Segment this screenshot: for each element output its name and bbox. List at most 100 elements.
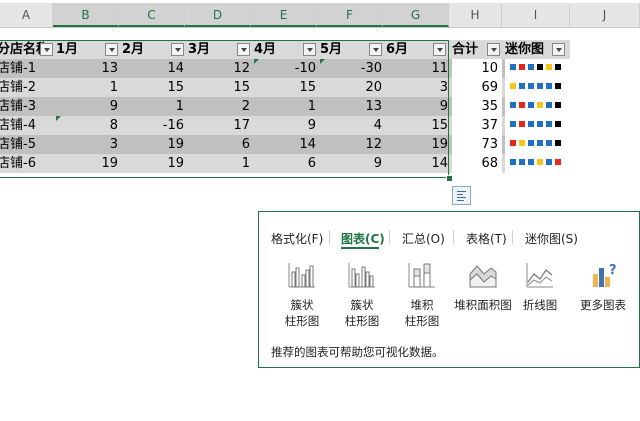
tab-divider: [329, 230, 330, 244]
svg-text:?: ?: [609, 263, 617, 278]
total-cell[interactable]: 35: [452, 97, 502, 116]
sparkline-bar: [519, 121, 525, 127]
tab-label: 表格(T): [466, 232, 507, 246]
column-header-e[interactable]: E: [251, 3, 317, 27]
tab-divider: [512, 230, 513, 244]
sparkline-cell[interactable]: [505, 135, 570, 154]
column-header-i[interactable]: I: [502, 3, 570, 27]
sparkline-bar: [546, 102, 552, 108]
tab-totals[interactable]: 汇总(O): [402, 230, 445, 247]
clustered-column-chart-icon: [348, 263, 375, 288]
header-label: 合计: [452, 42, 479, 57]
total-cell[interactable]: 10: [452, 59, 502, 78]
tab-sparklines[interactable]: 迷你图(S): [525, 230, 578, 247]
more-charts-icon: ?: [593, 263, 617, 287]
sparkline-bar: [555, 102, 561, 108]
column-header-a[interactable]: A: [0, 3, 53, 27]
option-label: 折线图: [522, 298, 558, 312]
sparkline-bar: [528, 159, 534, 165]
column-header-bar: A B C D E F G H I J: [0, 3, 640, 28]
sparkline-bar: [555, 140, 561, 146]
option-label: 柱形图: [404, 314, 440, 328]
tab-divider: [389, 230, 390, 244]
total-cell[interactable]: 37: [452, 116, 502, 135]
sparkline-bar: [555, 64, 561, 70]
option-label: 堆积面积图: [454, 298, 512, 312]
sparkline-bar: [519, 159, 525, 165]
sparkline-bar: [528, 64, 534, 70]
total-cell[interactable]: 73: [452, 135, 502, 154]
quick-analysis-panel: 格式化(F) 图表(C) 汇总(O) 表格(T) 迷你图(S) 簇状 柱形图 簇…: [258, 211, 640, 368]
stacked-area-chart-icon: [469, 265, 497, 288]
sparkline-bar: [537, 83, 543, 89]
tab-label: 迷你图(S): [525, 232, 578, 246]
quick-analysis-button[interactable]: [452, 186, 471, 205]
filter-dropdown-button[interactable]: [552, 43, 565, 56]
sparkline-bar: [537, 102, 543, 108]
column-header-h[interactable]: H: [449, 3, 502, 27]
fill-handle[interactable]: [446, 175, 453, 182]
sparkline-bar: [510, 159, 516, 165]
tab-tables[interactable]: 表格(T): [466, 230, 507, 247]
sparkline-bar: [537, 159, 543, 165]
sparkline-bar: [519, 102, 525, 108]
sparkline-cell[interactable]: [505, 154, 570, 173]
column-letter: B: [81, 8, 90, 22]
tab-label: 格式化(F): [271, 232, 324, 246]
active-tab-indicator: [341, 247, 379, 249]
sparkline-bar: [546, 121, 552, 127]
clustered-column-chart-icon: [288, 263, 315, 288]
total-cell[interactable]: 68: [452, 154, 502, 173]
column-header-d[interactable]: D: [185, 3, 251, 27]
sparkline-bar: [555, 159, 561, 165]
option-label: 柱形图: [284, 314, 320, 328]
sparkline-bar: [537, 64, 543, 70]
tab-charts[interactable]: 图表(C): [341, 230, 385, 247]
column-letter: E: [279, 8, 288, 22]
line-chart-icon: [526, 263, 553, 288]
sparkline-bar: [510, 140, 516, 146]
option-label: 更多图表: [580, 298, 626, 312]
sparkline-cell[interactable]: [505, 116, 570, 135]
sparkline-bar: [546, 83, 552, 89]
tab-format[interactable]: 格式化(F): [271, 230, 323, 247]
column-letter: I: [533, 8, 538, 22]
sparkline-cell[interactable]: [505, 97, 570, 116]
tab-divider: [453, 230, 454, 244]
header-label: 迷你图: [505, 42, 545, 57]
option-label: 堆积: [410, 298, 434, 312]
sparkline-cell[interactable]: [505, 59, 570, 78]
chart-option-stacked-column[interactable]: 堆积 柱形图: [397, 260, 447, 329]
sparkline-bar: [519, 83, 525, 89]
sparkline-bar: [546, 64, 552, 70]
sparkline-bar: [537, 140, 543, 146]
selection-range: [0, 40, 449, 178]
sparkline-bar: [510, 102, 516, 108]
chart-option-line[interactable]: 折线图: [517, 260, 563, 313]
sparkline-bar: [510, 121, 516, 127]
column-header-b[interactable]: B: [53, 3, 119, 27]
tab-label: 图表(C): [341, 232, 385, 246]
chart-option-clustered-column[interactable]: 簇状 柱形图: [277, 260, 327, 329]
column-letter: F: [346, 8, 353, 22]
sparkline-bar: [546, 140, 552, 146]
total-cell[interactable]: 69: [452, 78, 502, 97]
column-header-j[interactable]: J: [570, 3, 640, 27]
column-header-g[interactable]: G: [383, 3, 449, 27]
sparkline-bar: [510, 83, 516, 89]
chart-option-clustered-column-2[interactable]: 簇状 柱形图: [337, 260, 387, 329]
sparkline-bar: [519, 64, 525, 70]
sparkline-cell[interactable]: [505, 78, 570, 97]
option-label: 簇状: [350, 298, 374, 312]
filter-dropdown-button[interactable]: [487, 43, 500, 56]
stacked-column-chart-icon: [408, 263, 435, 288]
column-header-f[interactable]: F: [317, 3, 383, 27]
sparkline-bar: [555, 121, 561, 127]
sparkline-bar: [528, 121, 534, 127]
column-letter: C: [147, 8, 156, 22]
chart-option-more-charts[interactable]: ? 更多图表: [575, 260, 631, 313]
option-label: 柱形图: [344, 314, 380, 328]
column-letter: G: [410, 8, 421, 22]
column-header-c[interactable]: C: [119, 3, 185, 27]
chart-option-stacked-area[interactable]: 堆积面积图: [451, 260, 515, 313]
